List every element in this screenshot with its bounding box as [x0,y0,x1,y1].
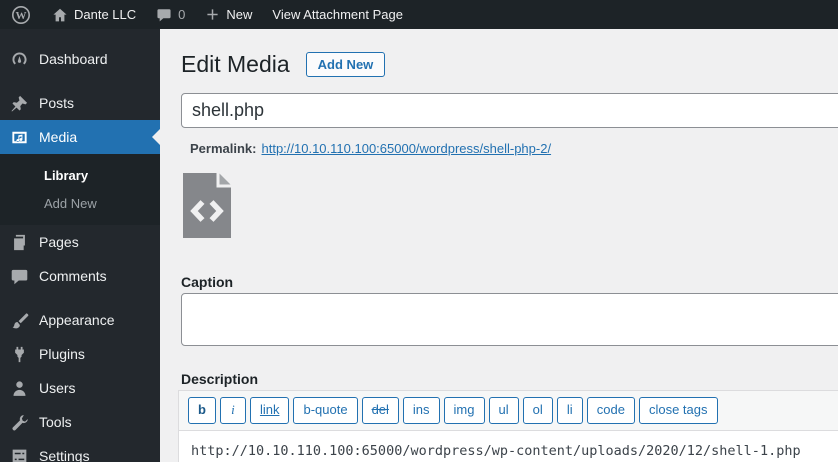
quicktag-button-close-tags[interactable]: close tags [638,397,718,424]
comments-menu[interactable]: 0 [146,0,195,29]
heading-row: Edit Media Add New [181,50,386,80]
sidebar-item-appearance[interactable]: Appearance [0,303,160,337]
sidebar-item-label: Dashboard [39,51,108,67]
plus-icon [207,9,218,20]
quicktag-button-code[interactable]: code [586,397,635,424]
media-title-input[interactable] [181,93,838,128]
sidebar-item-label: Comments [39,268,107,284]
new-content-menu[interactable]: New [195,0,262,29]
sidebar-item-pages[interactable]: Pages [0,225,160,259]
wordpress-logo-icon: W [12,5,30,24]
permalink-row: Permalink: http://10.10.110.100:65000/wor… [190,141,551,156]
quicktag-button-ins[interactable]: ins [402,397,440,424]
quicktags-toolbar: b i link b-quote del ins img ul ol li code close ta… [179,391,838,431]
quicktag-button-img[interactable]: img [443,397,485,424]
home-icon [53,8,67,21]
brush-icon [9,310,29,330]
description-editor: b i link b-quote del ins img ul ol li code close ta… [178,390,838,462]
description-textarea[interactable]: http://10.10.110.100:65000/wordpress/wp-… [179,431,838,462]
sidebar-item-media[interactable]: Media [0,120,160,154]
caption-label: Caption [181,274,234,290]
quicktag-button-b[interactable]: b [188,397,216,424]
view-attachment-page-label: View Attachment Page [272,7,403,22]
add-new-button[interactable]: Add New [305,52,386,78]
quicktag-button-del[interactable]: del [361,397,399,424]
page-title: Edit Media [181,51,290,77]
media-submenu: Library Add New [0,154,160,225]
site-name: Dante LLC [74,7,137,22]
admin-sidebar: Dashboard Posts Media Library Add New Pages Co… [0,29,160,462]
sidebar-item-posts[interactable]: Posts [0,86,160,120]
menu-separator [0,293,160,303]
sidebar-item-dashboard[interactable]: Dashboard [0,42,160,76]
comment-count: 0 [178,7,186,22]
sidebar-item-label: Media [39,129,78,145]
sidebar-item-label: Plugins [39,346,85,362]
menu-separator [0,76,160,86]
settings-icon [9,446,29,462]
quicktag-button-ol[interactable]: ol [522,397,553,424]
description-label: Description [181,371,259,387]
sidebar-item-tools[interactable]: Tools [0,405,160,439]
sidebar-item-label: Tools [39,414,72,430]
sidebar-item-comments[interactable]: Comments [0,259,160,293]
sidebar-item-label: Posts [39,95,75,111]
code-file-icon [183,173,231,238]
active-menu-arrow [152,129,160,145]
submenu-item-library[interactable]: Library [0,161,160,189]
quicktag-button-b-quote[interactable]: b-quote [293,397,358,424]
quicktag-button-i[interactable]: i [219,397,246,424]
comment-bubble-icon [157,8,171,21]
caption-textarea[interactable] [181,293,838,346]
quicktag-button-link[interactable]: link [249,397,290,424]
sidebar-item-settings[interactable]: Settings [0,439,160,462]
admin-topbar: W Dante LLC 0 New View Attachment Page [0,0,838,29]
permalink-link[interactable]: http://10.10.110.100:65000/wordpress/she… [261,141,551,156]
pushpin-icon [9,93,29,113]
user-icon [9,378,29,398]
quicktag-button-li[interactable]: li [556,397,583,424]
svg-text:W: W [16,10,27,22]
edit-media-page: Edit Media Add New Permalink: http://10.1… [160,29,838,462]
new-label: New [226,7,253,22]
sidebar-item-plugins[interactable]: Plugins [0,337,160,371]
site-name-menu[interactable]: Dante LLC [42,0,146,29]
view-attachment-page-link[interactable]: View Attachment Page [262,0,413,29]
permalink-label: Permalink: [190,141,257,156]
sidebar-item-users[interactable]: Users [0,371,160,405]
media-icon [9,127,29,147]
sidebar-item-label: Pages [39,234,79,250]
wrench-icon [9,412,29,432]
sidebar-item-label: Settings [39,448,90,462]
sidebar-item-label: Users [39,380,76,396]
quicktag-button-ul[interactable]: ul [488,397,519,424]
wordpress-logo-menu[interactable]: W [0,0,42,29]
plug-icon [9,344,29,364]
pages-icon [9,232,29,252]
dashboard-icon [9,49,29,69]
comment-icon [9,266,29,286]
submenu-item-add-new[interactable]: Add New [0,189,160,217]
sidebar-item-label: Appearance [39,312,115,328]
